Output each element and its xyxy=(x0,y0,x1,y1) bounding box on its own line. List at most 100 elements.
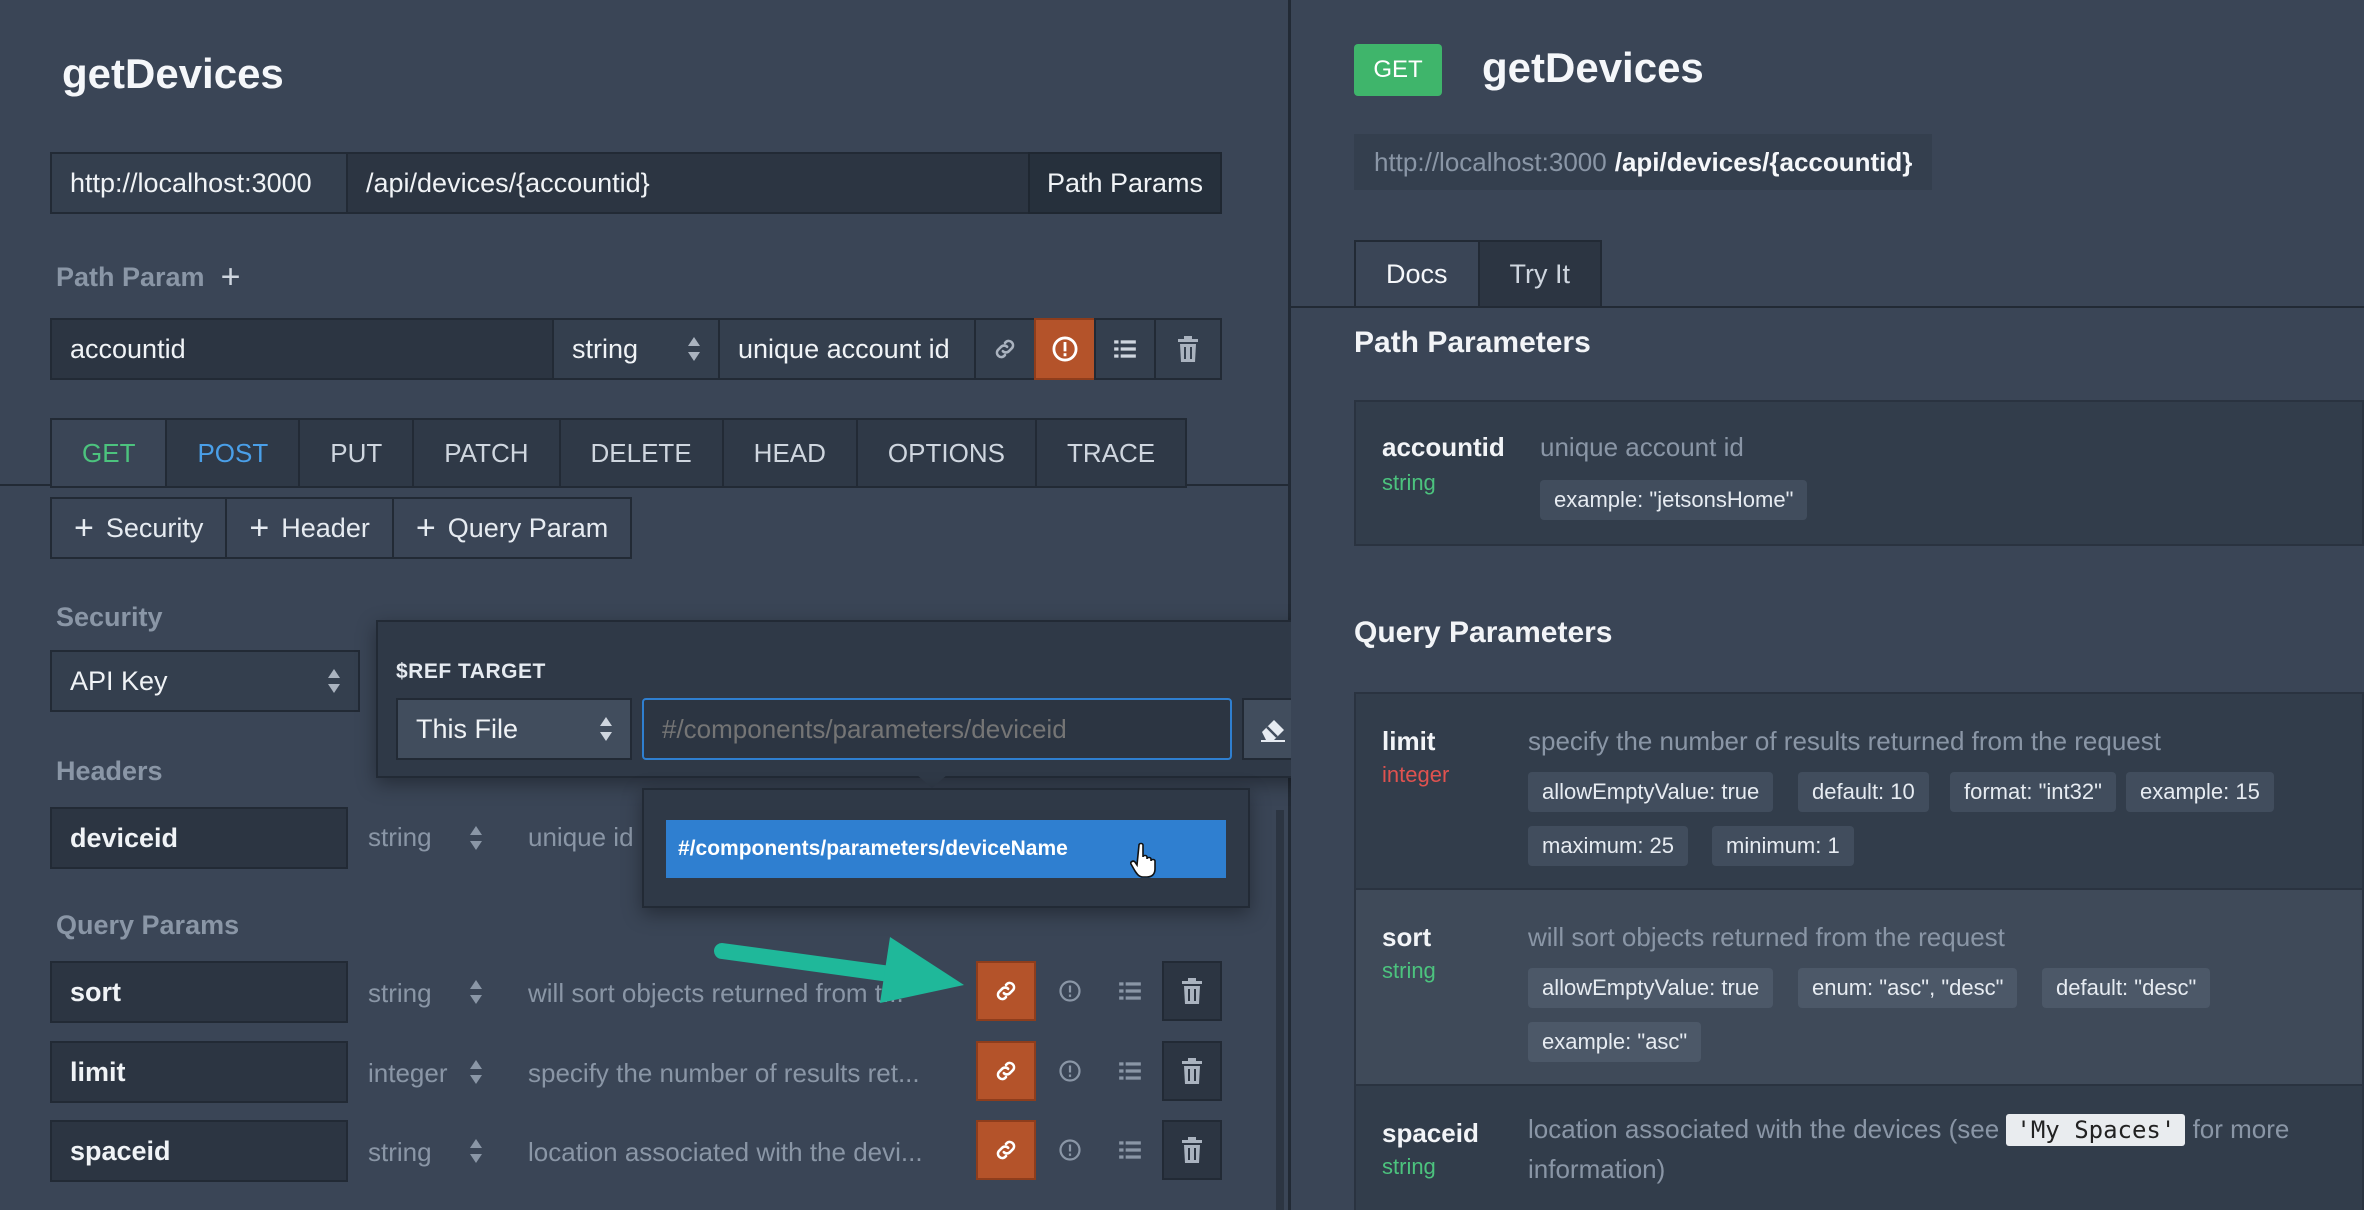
select-arrows-icon xyxy=(468,1058,484,1086)
param-description: unique account id xyxy=(1540,432,1744,462)
select-arrows-icon xyxy=(598,715,614,743)
tab-options[interactable]: OPTIONS xyxy=(858,420,1037,486)
query-ref-button[interactable] xyxy=(976,1041,1036,1101)
server-url-select[interactable]: http://localhost:3000 xyxy=(50,152,348,214)
delete-button[interactable] xyxy=(1162,961,1222,1021)
required-toggle[interactable] xyxy=(1040,1120,1100,1180)
list-icon xyxy=(1117,1058,1143,1084)
plus-icon: + xyxy=(415,509,436,547)
security-scheme-value: API Key xyxy=(70,665,168,696)
ref-target-title: $REF TARGET xyxy=(396,660,546,683)
param-name: sort xyxy=(1382,922,1432,952)
param-chip: minimum: 1 xyxy=(1712,826,1854,866)
query-name-input[interactable]: limit xyxy=(50,1041,348,1103)
path-parameters-heading: Path Parameters xyxy=(1354,326,1591,359)
path-param-name-input[interactable]: accountid xyxy=(50,318,554,380)
path-param-required-button[interactable] xyxy=(1034,318,1096,380)
tab-put[interactable]: PUT xyxy=(300,420,415,486)
param-chip: maximum: 25 xyxy=(1528,826,1689,866)
trash-icon xyxy=(1180,1058,1204,1084)
eraser-icon xyxy=(1258,715,1288,743)
description-text: location associated with the devices (se… xyxy=(1528,1114,2000,1144)
ref-target-input[interactable] xyxy=(642,698,1232,760)
trash-icon xyxy=(1180,978,1204,1004)
param-type: integer xyxy=(1382,762,1450,787)
callout-arrow-icon xyxy=(712,925,972,1005)
validations-toggle[interactable] xyxy=(1100,1120,1160,1180)
tab-try-it[interactable]: Try It xyxy=(1477,242,1601,306)
scrollbar[interactable] xyxy=(1276,810,1284,1210)
docs-title: getDevices xyxy=(1482,44,1704,91)
alert-circle-icon xyxy=(1058,979,1082,1003)
security-scheme-select[interactable]: API Key xyxy=(50,650,360,712)
query-description[interactable]: specify the number of results ret... xyxy=(528,1058,920,1089)
path-input[interactable]: /api/devices/{accountid} xyxy=(346,152,1030,214)
query-name-input[interactable]: sort xyxy=(50,961,348,1023)
add-buttons-group: + Security + Header + Query Param xyxy=(50,497,633,559)
query-ref-button[interactable] xyxy=(976,1120,1036,1180)
param-name: spaceid xyxy=(1382,1118,1479,1148)
link-icon xyxy=(993,978,1019,1004)
add-security-label: Security xyxy=(105,512,204,543)
ref-source-select[interactable]: This File xyxy=(396,698,632,760)
method-tabs: GET POST PUT PATCH DELETE HEAD OPTIONS T… xyxy=(50,418,1188,488)
header-description[interactable]: unique id xyxy=(528,822,634,853)
list-icon xyxy=(1117,978,1143,1004)
add-query-param-button[interactable]: + Query Param xyxy=(394,499,630,557)
trash-icon xyxy=(1176,336,1200,362)
tab-head[interactable]: HEAD xyxy=(724,420,858,486)
param-chip: default: "desc" xyxy=(2042,968,2211,1008)
description-text: for more xyxy=(2192,1114,2290,1144)
param-description: will sort objects returned from the requ… xyxy=(1528,922,2005,952)
tab-trace[interactable]: TRACE xyxy=(1037,420,1185,486)
required-toggle[interactable] xyxy=(1040,961,1100,1021)
list-icon xyxy=(1117,1137,1143,1163)
docs-path: /api/devices/{accountid} xyxy=(1614,146,1913,177)
validations-toggle[interactable] xyxy=(1100,961,1160,1021)
param-chip: format: "int32" xyxy=(1950,772,2116,812)
tab-patch[interactable]: PATCH xyxy=(414,420,561,486)
path-param-type-select[interactable]: string xyxy=(552,318,720,380)
param-description: location associated with the devices (se… xyxy=(1528,1114,2289,1146)
select-arrows-icon xyxy=(686,335,702,363)
path-param-validations-button[interactable] xyxy=(1094,318,1156,380)
header-name-input[interactable]: deviceid xyxy=(50,807,348,869)
query-name-input[interactable]: spaceid xyxy=(50,1120,348,1182)
add-path-param-icon[interactable]: + xyxy=(221,260,241,294)
param-chip: allowEmptyValue: true xyxy=(1528,772,1774,812)
validations-toggle[interactable] xyxy=(1100,1041,1160,1101)
query-type-value[interactable]: string xyxy=(368,978,432,1009)
operation-title[interactable]: getDevices xyxy=(62,50,284,98)
tab-post[interactable]: POST xyxy=(167,420,301,486)
path-param-ref-button[interactable] xyxy=(974,318,1036,380)
link-icon xyxy=(993,1058,1019,1084)
select-arrows-icon xyxy=(468,824,484,852)
header-type-value[interactable]: string xyxy=(368,822,432,853)
tab-delete[interactable]: DELETE xyxy=(561,420,724,486)
path-param-description-input[interactable]: unique account id xyxy=(718,318,976,380)
tab-get[interactable]: GET xyxy=(52,420,168,486)
tab-docs[interactable]: Docs xyxy=(1356,242,1478,306)
select-arrows-icon xyxy=(468,978,484,1006)
path-params-button[interactable]: Path Params xyxy=(1028,152,1222,214)
query-description[interactable]: location associated with the devi... xyxy=(528,1137,923,1168)
delete-button[interactable] xyxy=(1162,1120,1222,1180)
add-header-button[interactable]: + Header xyxy=(227,499,394,557)
query-ref-button[interactable] xyxy=(976,961,1036,1021)
query-param-card-sort: sort string will sort objects returned f… xyxy=(1354,888,2364,1086)
param-chip: example: 15 xyxy=(2126,772,2274,812)
list-icon xyxy=(1112,336,1138,362)
query-type-value[interactable]: integer xyxy=(368,1058,448,1089)
param-chip: default: 10 xyxy=(1798,772,1929,812)
query-type-value[interactable]: string xyxy=(368,1137,432,1168)
param-name: limit xyxy=(1382,726,1436,756)
required-toggle[interactable] xyxy=(1040,1041,1100,1101)
param-type: string xyxy=(1382,1154,1436,1179)
param-description: specify the number of results returned f… xyxy=(1528,726,2161,756)
delete-button[interactable] xyxy=(1162,1041,1222,1101)
select-arrows-icon xyxy=(468,1137,484,1165)
param-chip: example: "asc" xyxy=(1528,1022,1702,1062)
path-param-delete-button[interactable] xyxy=(1154,318,1222,380)
alert-circle-icon xyxy=(1058,1138,1082,1162)
add-security-button[interactable]: + Security xyxy=(52,499,228,557)
